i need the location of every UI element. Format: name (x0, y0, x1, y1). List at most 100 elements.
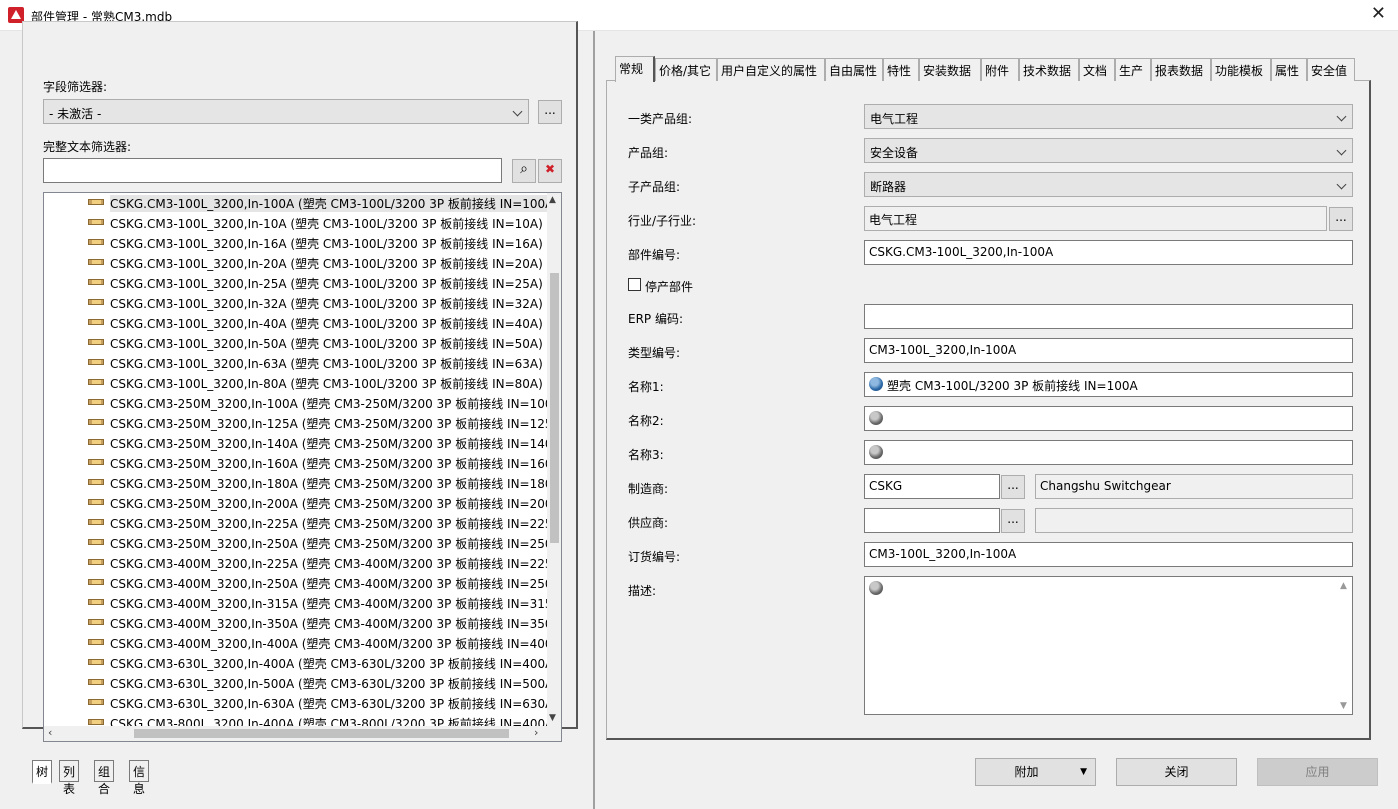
tab-group[interactable]: 组合 (94, 760, 115, 796)
tab-info[interactable]: 信息 (129, 760, 150, 796)
tree-item[interactable]: CSKG.CM3-100L_3200,In-16A (塑壳 CM3-100L/3… (44, 233, 548, 253)
tab-function-template[interactable]: 功能模板 (1211, 58, 1271, 81)
tab-documents[interactable]: 文档 (1079, 58, 1115, 81)
field-filter-label: 字段筛选器: (43, 80, 108, 94)
scroll-right-icon[interactable]: › (534, 726, 538, 739)
fulltext-filter-input[interactable] (43, 158, 502, 183)
supplier-browse-button[interactable]: ... (1001, 509, 1025, 533)
language-globe-icon[interactable] (869, 581, 883, 595)
product-group-select[interactable]: 安全设备 (864, 138, 1353, 163)
manufacturer-label: 制造商: (628, 482, 669, 496)
tree-item-label: CSKG.CM3-250M_3200,In-140A (塑壳 CM3-250M/… (110, 437, 548, 451)
name2-input[interactable] (864, 406, 1353, 431)
scroll-down-icon[interactable]: ▼ (1340, 701, 1347, 711)
tab-tree[interactable]: 树 (32, 760, 53, 784)
tree-vertical-scrollbar[interactable]: ▲ ▼ (547, 193, 561, 727)
discontinued-checkbox[interactable] (628, 278, 641, 291)
scroll-up-icon[interactable]: ▲ (1340, 581, 1347, 591)
clear-filter-icon[interactable]: ✖ (538, 159, 562, 183)
scroll-down-icon[interactable]: ▼ (549, 713, 556, 723)
tree-item[interactable]: CSKG.CM3-250M_3200,In-160A (塑壳 CM3-250M/… (44, 453, 548, 473)
parts-tree[interactable]: CSKG.CM3-100L_3200,In-100A (塑壳 CM3-100L/… (43, 192, 562, 742)
language-globe-icon[interactable] (869, 445, 883, 459)
tree-item[interactable]: CSKG.CM3-100L_3200,In-63A (塑壳 CM3-100L/3… (44, 353, 548, 373)
industry-browse-button[interactable]: ... (1329, 207, 1353, 231)
order-number-input[interactable]: CM3-100L_3200,In-100A (864, 542, 1353, 567)
tree-horizontal-scrollbar[interactable]: ‹ › (44, 726, 561, 741)
apply-button[interactable]: 应用 (1257, 758, 1378, 786)
tree-item[interactable]: CSKG.CM3-400M_3200,In-250A (塑壳 CM3-400M/… (44, 573, 548, 593)
tab-list[interactable]: 列表 (59, 760, 80, 796)
part-icon (88, 539, 104, 545)
manufacturer-browse-button[interactable]: ... (1001, 475, 1025, 499)
sub-product-group-select[interactable]: 断路器 (864, 172, 1353, 197)
tree-item[interactable]: CSKG.CM3-100L_3200,In-50A (塑壳 CM3-100L/3… (44, 333, 548, 353)
tree-item[interactable]: CSKG.CM3-250M_3200,In-125A (塑壳 CM3-250M/… (44, 413, 548, 433)
tree-item[interactable]: CSKG.CM3-250M_3200,In-200A (塑壳 CM3-250M/… (44, 493, 548, 513)
scroll-up-icon[interactable]: ▲ (549, 195, 556, 205)
description-scrollbar[interactable]: ▲ ▼ (1336, 577, 1352, 714)
tree-item[interactable]: CSKG.CM3-100L_3200,In-10A (塑壳 CM3-100L/3… (44, 213, 548, 233)
dropdown-arrow-icon[interactable]: ▼ (1080, 759, 1087, 785)
scroll-left-icon[interactable]: ‹ (48, 726, 52, 739)
tab-properties[interactable]: 属性 (1271, 58, 1307, 81)
tab-safety-values[interactable]: 安全值 (1307, 58, 1355, 81)
tree-item[interactable]: CSKG.CM3-250M_3200,In-140A (塑壳 CM3-250M/… (44, 433, 548, 453)
name3-input[interactable] (864, 440, 1353, 465)
tree-item[interactable]: CSKG.CM3-400M_3200,In-400A (塑壳 CM3-400M/… (44, 633, 548, 653)
tree-vscroll-thumb[interactable] (550, 273, 559, 543)
part-icon (88, 719, 104, 725)
tab-general[interactable]: 常规 (615, 56, 655, 82)
tree-item[interactable]: CSKG.CM3-630L_3200,In-400A (塑壳 CM3-630L/… (44, 653, 548, 673)
field-filter-value: - 未激活 - (49, 107, 102, 121)
tree-item[interactable]: CSKG.CM3-400M_3200,In-315A (塑壳 CM3-400M/… (44, 593, 548, 613)
tree-item[interactable]: CSKG.CM3-400M_3200,In-350A (塑壳 CM3-400M/… (44, 613, 548, 633)
manufacturer-code-input[interactable]: CSKG (864, 474, 1000, 499)
product-group-1-select[interactable]: 电气工程 (864, 104, 1353, 129)
language-globe-icon[interactable] (869, 411, 883, 425)
part-icon (88, 439, 104, 445)
tab-report-data[interactable]: 报表数据 (1151, 58, 1211, 81)
tree-item[interactable]: CSKG.CM3-250M_3200,In-180A (塑壳 CM3-250M/… (44, 473, 548, 493)
tab-free-properties[interactable]: 自由属性 (825, 58, 883, 81)
tab-characteristics[interactable]: 特性 (883, 58, 919, 81)
sub-product-group-value: 断路器 (870, 180, 907, 194)
splitter[interactable] (593, 31, 595, 809)
tab-technical-data[interactable]: 技术数据 (1019, 58, 1079, 81)
tree-item[interactable]: CSKG.CM3-400M_3200,In-225A (塑壳 CM3-400M/… (44, 553, 548, 573)
description-textarea[interactable]: ▲ ▼ (864, 576, 1353, 715)
part-icon (88, 579, 104, 585)
supplier-label: 供应商: (628, 516, 669, 530)
attach-button[interactable]: 附加 ▼ (975, 758, 1096, 786)
erp-input[interactable] (864, 304, 1353, 329)
tab-accessories[interactable]: 附件 (981, 58, 1019, 81)
tree-item[interactable]: CSKG.CM3-100L_3200,In-25A (塑壳 CM3-100L/3… (44, 273, 548, 293)
supplier-code-input[interactable] (864, 508, 1000, 533)
tree-hscroll-thumb[interactable] (134, 729, 509, 738)
name1-input[interactable]: 塑壳 CM3-100L/3200 3P 板前接线 IN=100A (864, 372, 1353, 397)
search-binoculars-icon[interactable]: ⌕ (512, 159, 536, 183)
field-filter-select[interactable]: - 未激活 - (43, 99, 529, 124)
tab-user-defined-properties[interactable]: 用户自定义的属性 (717, 58, 825, 81)
tree-item[interactable]: CSKG.CM3-100L_3200,In-80A (塑壳 CM3-100L/3… (44, 373, 548, 393)
close-button[interactable]: 关闭 (1116, 758, 1237, 786)
tab-production[interactable]: 生产 (1115, 58, 1151, 81)
tree-item[interactable]: CSKG.CM3-630L_3200,In-630A (塑壳 CM3-630L/… (44, 693, 548, 713)
industry-field: 电气工程 (864, 206, 1327, 231)
type-number-input[interactable]: CM3-100L_3200,In-100A (864, 338, 1353, 363)
tree-item[interactable]: CSKG.CM3-630L_3200,In-500A (塑壳 CM3-630L/… (44, 673, 548, 693)
tree-item[interactable]: CSKG.CM3-100L_3200,In-32A (塑壳 CM3-100L/3… (44, 293, 548, 313)
part-icon (88, 699, 104, 705)
part-number-input[interactable]: CSKG.CM3-100L_3200,In-100A (864, 240, 1353, 265)
tab-mounting-data[interactable]: 安装数据 (919, 58, 981, 81)
tree-item[interactable]: CSKG.CM3-100L_3200,In-20A (塑壳 CM3-100L/3… (44, 253, 548, 273)
language-globe-icon[interactable] (869, 377, 883, 391)
tree-item[interactable]: CSKG.CM3-250M_3200,In-250A (塑壳 CM3-250M/… (44, 533, 548, 553)
close-window-icon[interactable]: ✕ (1371, 4, 1386, 24)
field-filter-browse-button[interactable]: ... (538, 100, 562, 124)
tree-item[interactable]: CSKG.CM3-100L_3200,In-40A (塑壳 CM3-100L/3… (44, 313, 548, 333)
tree-item[interactable]: CSKG.CM3-250M_3200,In-100A (塑壳 CM3-250M/… (44, 393, 548, 413)
tab-price[interactable]: 价格/其它 (655, 58, 717, 81)
tree-item[interactable]: CSKG.CM3-100L_3200,In-100A (塑壳 CM3-100L/… (44, 193, 548, 213)
tree-item[interactable]: CSKG.CM3-250M_3200,In-225A (塑壳 CM3-250M/… (44, 513, 548, 533)
